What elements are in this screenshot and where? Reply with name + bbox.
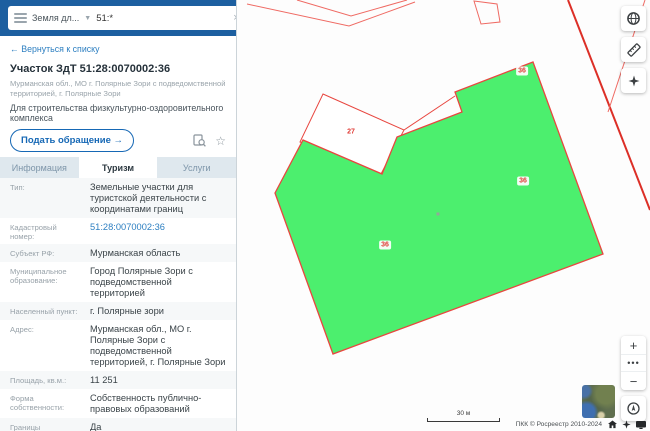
submit-request-button[interactable]: Подать обращение → <box>10 129 134 152</box>
geolocate-button[interactable] <box>621 396 646 421</box>
row-value: Собственность публично-правовых образова… <box>90 393 226 415</box>
my-location-icon <box>626 401 641 416</box>
action-row: Подать обращение → ☆ <box>10 129 226 152</box>
row-value[interactable]: 51:28:0070002:36 <box>90 222 226 241</box>
attribution-icons <box>608 420 646 429</box>
detail-row: Муниципальное образование: Город Полярны… <box>0 262 236 302</box>
center-map-button[interactable] <box>621 68 646 93</box>
layers-button[interactable] <box>621 6 646 31</box>
ruler-icon <box>626 42 642 58</box>
detail-rows: Тип: Земельные участки для туристской де… <box>0 178 236 431</box>
row-label: Площадь, кв.м.: <box>10 375 82 386</box>
parcel-title: Участок ЗдТ 51:28:0070002:36 <box>10 63 226 75</box>
measure-button[interactable] <box>621 37 646 62</box>
detail-row: Границы земельного участка установлены в… <box>0 418 236 431</box>
scale-bar: 30 м <box>427 410 500 422</box>
map-canvas[interactable]: + ••• − 30 м ПКК © Росреестр 2010-2024 2… <box>237 0 650 431</box>
tab-1[interactable]: Информация <box>0 157 79 178</box>
parcel-location: Мурманская обл., МО г. Полярные Зори с п… <box>10 79 226 98</box>
cadastral-layer <box>237 0 650 431</box>
parcel-number-label: 36 <box>379 241 391 250</box>
tab-3[interactable]: Услуги <box>157 157 236 178</box>
sidebar: Земля дл... ▼ × ‹ ← Вернуться к списку У… <box>0 0 237 431</box>
zoom-in-button[interactable]: + <box>621 336 646 354</box>
row-label: Адрес: <box>10 324 82 368</box>
globe-icon <box>626 11 641 26</box>
detail-row: Адрес: Мурманская обл., МО г. Полярные З… <box>0 320 236 371</box>
tab-2[interactable]: Туризм <box>79 157 158 178</box>
parcel-number-label: 36 <box>516 67 528 76</box>
chevron-down-icon[interactable]: ▼ <box>84 15 91 22</box>
row-label: Населенный пункт: <box>10 306 82 317</box>
scale-line <box>427 418 500 422</box>
row-value: Город Полярные Зори с подведомственной т… <box>90 266 226 299</box>
zoom-controls: + ••• − <box>621 336 646 390</box>
detail-row: Кадастровый номер: 51:28:0070002:36 <box>0 218 236 244</box>
detail-row: Населенный пункт: г. Полярные зори <box>0 302 236 320</box>
four-point-star-icon <box>628 75 640 87</box>
attribution-text: ПКК © Росреестр 2010-2024 <box>516 421 602 428</box>
detail-row: Площадь, кв.м.: 11 251 <box>0 371 236 389</box>
home-icon[interactable] <box>608 420 617 429</box>
zoom-out-button[interactable]: − <box>621 372 646 390</box>
row-value: 11 251 <box>90 375 226 386</box>
row-label: Границы земельного участка установлены в… <box>10 422 82 431</box>
basemap-satellite-thumbnail[interactable] <box>582 385 615 418</box>
search-header: Земля дл... ▼ × ‹ <box>0 0 236 36</box>
tabs-bar: Информация Туризм Услуги <box>0 157 236 178</box>
favorite-star-icon[interactable]: ☆ <box>215 135 226 147</box>
row-label: Форма собственности: <box>10 393 82 415</box>
locate-on-map-icon[interactable] <box>193 134 206 147</box>
four-point-star-icon[interactable] <box>622 420 631 429</box>
row-label: Кадастровый номер: <box>10 222 82 241</box>
search-input[interactable] <box>96 13 228 24</box>
detail-row: Форма собственности: Собственность публи… <box>0 389 236 418</box>
zoom-more-button[interactable]: ••• <box>621 354 646 372</box>
back-to-list-link[interactable]: ← Вернуться к списку <box>10 44 226 54</box>
row-value: Мурманская обл., МО г. Полярные Зори с п… <box>90 324 226 368</box>
row-value: Мурманская область <box>90 248 226 259</box>
row-value: Земельные участки для туристской деятель… <box>90 182 226 215</box>
search-box: Земля дл... ▼ × <box>8 6 237 30</box>
row-label: Субъект РФ: <box>10 248 82 259</box>
row-label: Тип: <box>10 182 82 215</box>
parcel-description: Для строительства физкультурно-оздоровит… <box>10 103 226 123</box>
parcel-number-label: 27 <box>345 128 357 137</box>
detail-row: Субъект РФ: Мурманская область <box>0 244 236 262</box>
row-label: Муниципальное образование: <box>10 266 82 299</box>
row-value: г. Полярные зори <box>90 306 226 317</box>
parcel-number-label: 36 <box>517 177 529 186</box>
row-value: Да <box>90 422 226 431</box>
search-type-dropdown[interactable]: Земля дл... <box>32 13 79 23</box>
scale-label: 30 м <box>427 410 500 417</box>
menu-icon[interactable] <box>14 13 27 23</box>
screen-icon[interactable] <box>636 421 646 429</box>
detail-row: Тип: Земельные участки для туристской де… <box>0 178 236 218</box>
